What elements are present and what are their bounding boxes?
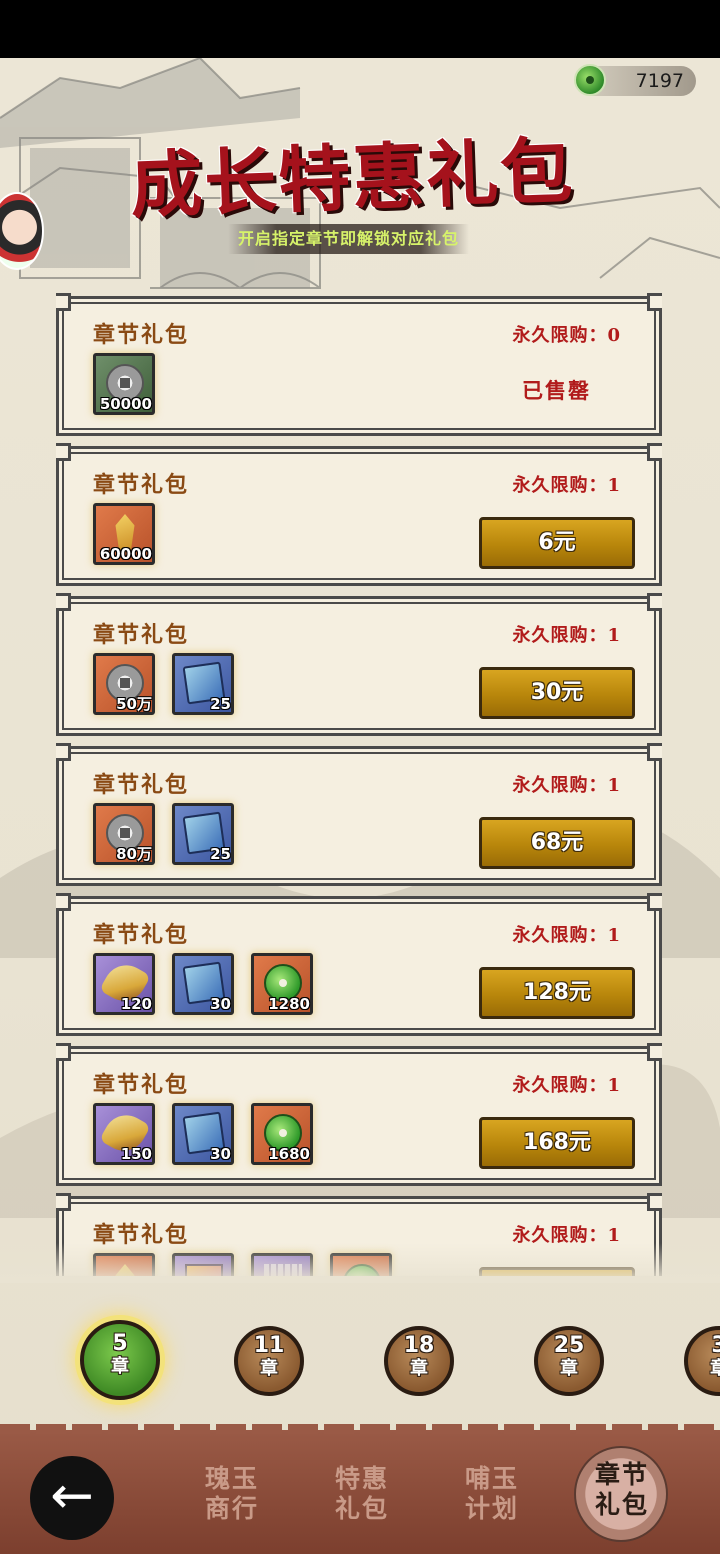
reward-quantity: 30 (210, 995, 231, 1013)
bottom-nav: ← 瑰玉 商行 特惠 礼包 哺玉 计划 章节 礼包 (0, 1424, 720, 1554)
shop-screen: 7197 成长特惠礼包 开启指定章节即解锁对应礼包 章节礼包 永久限购：0 5000… (0, 58, 720, 1554)
reward-items: 60000 (93, 503, 155, 565)
tab-1[interactable]: 特惠 礼包 (322, 1464, 402, 1524)
purchase-limit: 永久限购：1 (512, 775, 621, 796)
pack-card: 章节礼包 永久限购：0 50000 已售罄 (56, 293, 662, 436)
purchase-limit: 永久限购：1 (512, 475, 621, 496)
purchase-limit: 永久限购：0 (512, 325, 621, 346)
reward-item[interactable]: 1680 (251, 1103, 313, 1165)
pack-card: 章节礼包 永久限购：1 120 30 1280 128元 (56, 893, 662, 1036)
tab-0[interactable]: 瑰玉 商行 (192, 1464, 272, 1524)
reward-item[interactable]: 25 (172, 803, 234, 865)
chapter-button-3[interactable]: 3章 (684, 1326, 720, 1396)
reward-item[interactable]: 50万 (93, 653, 155, 715)
purchase-limit: 永久限购：1 (512, 925, 621, 946)
tab-label-line1: 瑰玉 (204, 1464, 259, 1493)
reward-item[interactable]: 150 (93, 1103, 155, 1165)
reward-item[interactable]: 25 (172, 653, 234, 715)
reward-items: 150 30 1680 (93, 1103, 313, 1165)
tab-label-line2: 礼包 (594, 1490, 649, 1519)
reward-items: 120 30 1280 (93, 953, 313, 1015)
reward-items: 80万 25 (93, 803, 234, 865)
chapter-button-25[interactable]: 25 章 (534, 1326, 604, 1396)
chapter-number: 11 (253, 1333, 285, 1358)
list-fade-overlay (0, 1243, 720, 1283)
pack-card: 章节礼包 永久限购：1 80万 25 68元 (56, 743, 662, 886)
reward-item[interactable]: 60000 (93, 503, 155, 565)
currency-amount: 7197 (635, 70, 684, 92)
reward-item[interactable]: 80万 (93, 803, 155, 865)
reward-quantity: 120 (120, 995, 152, 1013)
chapter-label: 章 (260, 1358, 278, 1379)
jade-currency-display: 7197 (574, 64, 696, 96)
reward-item[interactable]: 30 (172, 953, 234, 1015)
chapter-button-18[interactable]: 18 章 (384, 1326, 454, 1396)
arrow-left-icon[interactable]: ← (30, 1456, 114, 1540)
pack-title: 章节礼包 (93, 772, 190, 798)
buy-button[interactable]: 68元 (479, 817, 635, 869)
chapter-number: 18 (403, 1333, 435, 1358)
chapter-button-5[interactable]: 5章 (80, 1320, 160, 1400)
chapter-number: 25 (553, 1333, 585, 1358)
sold-out-label: 已售罄 (522, 378, 591, 403)
page-subtitle: 开启指定章节即解锁对应礼包 (228, 224, 470, 254)
reward-quantity: 1680 (268, 1145, 310, 1163)
pack-title: 章节礼包 (93, 322, 190, 348)
tab-label-line1: 特惠 (334, 1464, 389, 1493)
tab-label-line1: 哺玉 (464, 1464, 519, 1493)
reward-items: 50000 (93, 353, 155, 415)
tab-label-line1: 章节 (594, 1460, 649, 1489)
buy-button[interactable]: 6元 (479, 517, 635, 569)
tab-2[interactable]: 哺玉 计划 (452, 1464, 532, 1524)
reward-quantity: 25 (210, 845, 231, 863)
pack-card: 章节礼包 永久限购：1 150 30 1680 168元 (56, 1043, 662, 1186)
reward-quantity: 30 (210, 1145, 231, 1163)
reward-quantity: 50000 (99, 395, 152, 413)
purchase-limit: 永久限购：1 (512, 625, 621, 646)
reward-quantity: 25 (210, 695, 231, 713)
pack-title: 章节礼包 (93, 922, 190, 948)
tab-3[interactable]: 章节 礼包 (582, 1460, 662, 1520)
reward-quantity: 150 (120, 1145, 152, 1163)
chapter-label: 章 (410, 1358, 428, 1379)
buy-button[interactable]: 128元 (479, 967, 635, 1019)
chapter-number: 3 (711, 1333, 720, 1358)
reward-quantity: 60000 (99, 545, 152, 563)
reward-item[interactable]: 120 (93, 953, 155, 1015)
chapter-label: 章 (111, 1356, 129, 1377)
reward-quantity: 80万 (116, 845, 152, 863)
pack-title: 章节礼包 (93, 472, 190, 498)
pack-card: 章节礼包 永久限购：1 50万 25 30元 (56, 593, 662, 736)
pack-title: 章节礼包 (93, 1072, 190, 1098)
tab-label-line2: 计划 (464, 1494, 519, 1523)
tab-label-line2: 礼包 (334, 1494, 389, 1523)
buy-button[interactable]: 30元 (479, 667, 635, 719)
tab-label-line2: 商行 (204, 1494, 259, 1523)
pack-title: 章节礼包 (93, 622, 190, 648)
buy-button[interactable]: 168元 (479, 1117, 635, 1169)
reward-items: 50万 25 (93, 653, 234, 715)
chapter-number: 5 (112, 1331, 128, 1356)
pack-card: 章节礼包 永久限购：1 60000 6元 (56, 443, 662, 586)
reward-item[interactable]: 50000 (93, 353, 155, 415)
chapter-label: 章 (560, 1358, 578, 1379)
chapter-button-11[interactable]: 11 章 (234, 1326, 304, 1396)
reward-item[interactable]: 1280 (251, 953, 313, 1015)
chapter-label: 章 (710, 1358, 720, 1379)
reward-quantity: 1280 (268, 995, 310, 1013)
chapter-selector[interactable]: 5 章 11 章 18 章 25 章 3 章 (0, 1314, 720, 1414)
purchase-limit: 永久限购：1 (512, 1075, 621, 1096)
reward-quantity: 50万 (116, 695, 152, 713)
pack-list[interactable]: 章节礼包 永久限购：0 50000 已售罄 章节礼包 永久限购：1 60000 6元 章节礼包永… (56, 286, 662, 1276)
reward-item[interactable]: 30 (172, 1103, 234, 1165)
